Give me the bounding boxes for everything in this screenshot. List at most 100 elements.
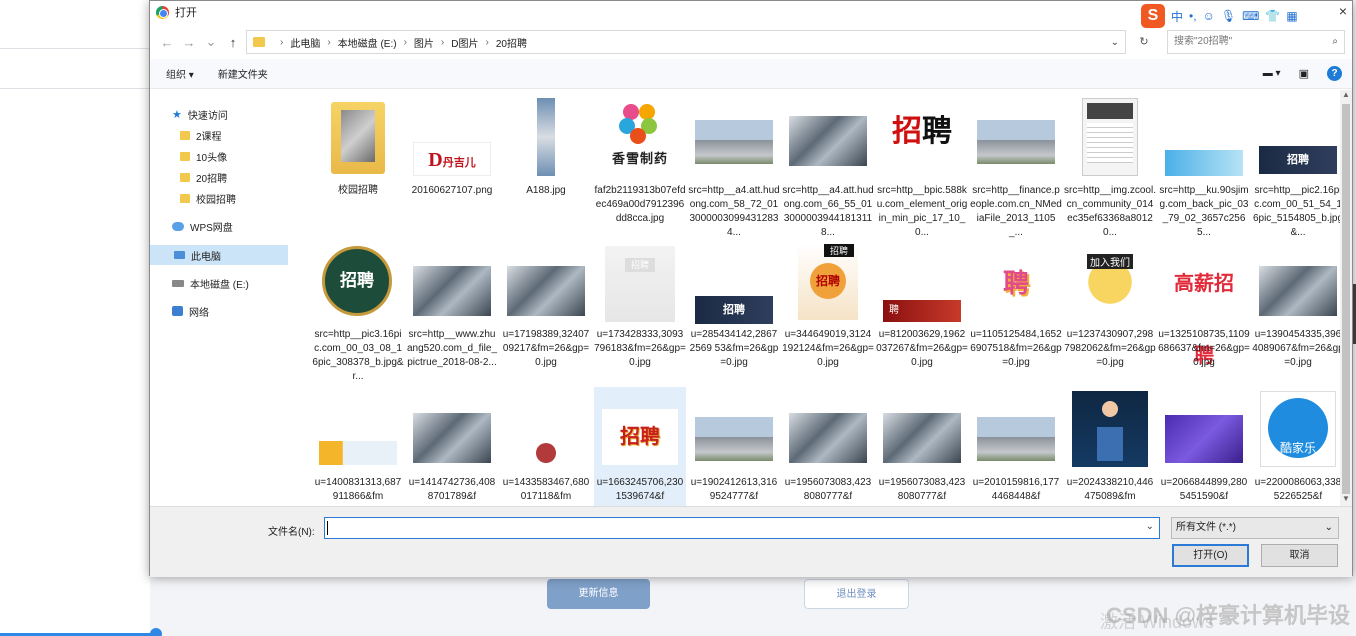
chevron-down-icon[interactable]: ⌄ <box>1111 37 1119 48</box>
command-toolbar: 组织 ▾ 新建文件夹 ▬ ▾ ▣ ? <box>150 59 1352 89</box>
nav-item-0[interactable]: ★ 快速访问 <box>150 104 288 124</box>
file-tile[interactable]: 招聘 u=285434142,28672569 53&fm=26&gp=0.jpg <box>688 240 780 388</box>
file-tile[interactable]: src=http__ku.90sjimg.com_back_pic_03_79_… <box>1158 90 1250 238</box>
image-thumbnail <box>319 441 397 465</box>
chevron-down-icon[interactable]: ⌄ <box>1146 521 1154 532</box>
preview-pane-icon[interactable]: ▣ <box>1299 67 1309 80</box>
file-tile[interactable]: u=1902412613,3169524777&f <box>688 387 780 506</box>
ime-skin-icon[interactable]: 👕 <box>1265 9 1280 23</box>
file-tile[interactable]: A188.jpg <box>500 90 592 238</box>
organize-menu[interactable]: 组织 ▾ <box>166 66 194 81</box>
breadcrumb-this-pc[interactable]: 此电脑 <box>290 35 320 50</box>
forward-arrow-icon[interactable]: → <box>178 35 200 50</box>
file-tile[interactable]: 聘 u=1105125484,16526907518&fm=26&gp=0.jpg <box>970 240 1062 388</box>
file-tile[interactable]: u=1414742736,4088701789&f <box>406 387 498 506</box>
file-tile[interactable]: 高薪招聘 u=1325108735,1109686637&fm=26&gp=0.j… <box>1158 240 1250 388</box>
ime-keyboard-icon[interactable]: ⌨ <box>1242 9 1259 23</box>
new-folder-button[interactable]: 新建文件夹 <box>218 66 268 81</box>
ime-toolbox-icon[interactable]: ▦ <box>1286 9 1297 23</box>
file-tile[interactable]: u=1956073083,4238080777&f <box>782 387 874 506</box>
breadcrumb-disk-e[interactable]: 本地磁盘 (E:) <box>338 35 397 50</box>
update-info-button[interactable]: 更新信息 <box>547 579 650 609</box>
file-name: A188.jpg <box>526 185 566 196</box>
nav-item-4[interactable]: 校园招聘 <box>150 188 288 208</box>
refresh-icon[interactable]: ↻ <box>1132 30 1156 54</box>
file-name: u=1325108735,1109686637&fm=26&gp=0.jpg <box>1158 329 1250 368</box>
scroll-down-icon[interactable]: ▼ <box>1340 494 1352 506</box>
file-tile[interactable]: u=1956073083,4238080777&f <box>876 387 968 506</box>
ime-voice-icon[interactable]: 🎙 <box>1221 9 1236 23</box>
csdn-watermark: CSDN @梓豪计算机毕设 <box>1106 603 1350 628</box>
file-tile[interactable]: u=1433583467,680017118&fm <box>500 387 592 506</box>
file-tile[interactable]: u=17198389,3240709217&fm=26&gp=0.jpg <box>500 240 592 388</box>
scrollbar-thumb[interactable] <box>1342 104 1350 494</box>
image-thumbnail: 招聘 <box>322 246 394 318</box>
logout-button[interactable]: 退出登录 <box>804 579 909 609</box>
nav-item-6[interactable]: 此电脑 <box>150 245 288 265</box>
file-name: u=17198389,3240709217&fm=26&gp=0.jpg <box>502 329 590 368</box>
file-name: src=http__a4.att.hudong.com_66_55_013000… <box>782 185 874 238</box>
file-name: u=173428333,3093796183&fm=26&gp=0.jpg <box>594 329 686 368</box>
nav-item-2[interactable]: 10头像 <box>150 146 288 166</box>
cancel-button[interactable]: 取消 <box>1261 544 1338 567</box>
pc-icon <box>174 251 185 259</box>
file-tile[interactable]: src=http__a4.att.hudong.com_66_55_013000… <box>782 90 874 238</box>
file-tile[interactable]: 招聘 招聘 u=344649019,3124192124&fm=26&gp=0.jp… <box>782 240 874 388</box>
ime-chinese-mode[interactable]: 中 <box>1171 8 1183 25</box>
image-thumbnail: 酷家乐 <box>1260 391 1336 467</box>
file-tile[interactable]: 校园招聘 <box>312 90 404 238</box>
file-tile[interactable]: u=1400831313,687911866&fm <box>312 387 404 506</box>
file-type-select[interactable]: 所有文件 (*.*) ⌄ <box>1171 517 1339 539</box>
file-tile[interactable]: u=2024338210,446475089&fm <box>1064 387 1156 506</box>
vertical-scrollbar[interactable]: ▲ ▼ <box>1340 90 1352 506</box>
file-tile[interactable]: 加入我们 u=1237430907,2987982062&fm=26&gp=0.j… <box>1064 240 1156 388</box>
sogou-logo-icon[interactable]: S <box>1141 4 1165 28</box>
nav-item-5[interactable]: WPS网盘 <box>150 216 288 236</box>
file-tile[interactable]: src=http__www.zhuang520.com_d_file_pictr… <box>406 240 498 388</box>
close-icon[interactable]: × <box>1339 3 1347 19</box>
nav-item-7[interactable]: 本地磁盘 (E:) <box>150 273 288 293</box>
image-thumbnail: 聘 <box>980 248 1052 320</box>
ime-emoji-icon[interactable]: ☺ <box>1203 9 1215 23</box>
nav-item-1[interactable]: 2课程 <box>150 125 288 145</box>
file-tile[interactable]: 酷家乐 u=2200086063,3385226525&f <box>1252 387 1340 506</box>
ime-punctuation-icon[interactable]: •, <box>1189 9 1197 23</box>
open-button[interactable]: 打开(O) <box>1172 544 1249 567</box>
filename-field[interactable]: ⌄ <box>324 517 1160 539</box>
file-tile[interactable]: 招聘 u=1663245706,2301539674&f <box>594 387 686 506</box>
file-tile[interactable]: src=http__finance.people.com.cn_NMediaFi… <box>970 90 1062 238</box>
nav-item-3[interactable]: 20招聘 <box>150 167 288 187</box>
view-options-icon[interactable]: ▬ ▾ <box>1263 68 1281 79</box>
image-thumbnail <box>695 417 773 461</box>
help-icon[interactable]: ? <box>1327 66 1342 81</box>
search-input[interactable]: 搜索"20招聘" ⌕ <box>1167 30 1345 54</box>
file-tile[interactable]: u=1390454335,3964089067&fm=26&gp=0.jpg <box>1252 240 1340 388</box>
file-tile[interactable]: D丹吉儿 20160627107.png <box>406 90 498 238</box>
file-tile[interactable]: src=http__img.zcool.cn_community_014ec35… <box>1064 90 1156 238</box>
breadcrumb-pictures[interactable]: 图片 <box>414 35 434 50</box>
file-tile[interactable]: 招聘 src=http__pic2.16pic.com_00_51_54_16pi… <box>1252 90 1340 238</box>
breadcrumb-d-pictures[interactable]: D图片 <box>451 35 478 50</box>
search-icon[interactable]: ⌕ <box>1332 31 1338 53</box>
nav-item-8[interactable]: 网络 <box>150 301 288 321</box>
breadcrumb[interactable]: › 此电脑 › 本地磁盘 (E:) › 图片 › D图片 › 20招聘 ⌄ <box>246 30 1126 54</box>
back-arrow-icon[interactable]: ← <box>156 35 178 50</box>
image-thumbnail: 招聘 <box>695 296 773 324</box>
net-icon <box>172 306 183 316</box>
file-tile[interactable]: 招聘 u=173428333,3093796183&fm=26&gp=0.jpg <box>594 240 686 388</box>
file-tile[interactable]: u=2010159816,1774468448&f <box>970 387 1062 506</box>
up-arrow-icon[interactable]: ↑ <box>222 35 244 50</box>
file-tile[interactable]: 香雪制药 faf2b2119313b07efdec469a00d7912396dd… <box>594 90 686 238</box>
file-tile[interactable]: 聘 u=812003629,1962037267&fm=26&gp=0.jpg <box>876 240 968 388</box>
file-name: src=http__pic2.16pic.com_00_51_54_16pic_… <box>1252 185 1340 238</box>
image-thumbnail <box>413 266 491 316</box>
cloud-icon <box>172 221 184 231</box>
file-tile[interactable]: u=2066844899,2805451590&f <box>1158 387 1250 506</box>
file-tile[interactable]: 招聘 src=http__bpic.588ku.com_element_origi… <box>876 90 968 238</box>
file-tile[interactable]: src=http__a4.att.hudong.com_58_72_013000… <box>688 90 780 238</box>
file-tile[interactable]: 招聘 src=http__pic3.16pic.com_00_03_08_16pi… <box>312 240 404 388</box>
recent-dropdown-icon[interactable]: ⌄ <box>200 34 222 50</box>
breadcrumb-20-recruitment[interactable]: 20招聘 <box>496 35 527 50</box>
scroll-up-icon[interactable]: ▲ <box>1340 90 1352 102</box>
progress-handle[interactable] <box>150 628 162 636</box>
